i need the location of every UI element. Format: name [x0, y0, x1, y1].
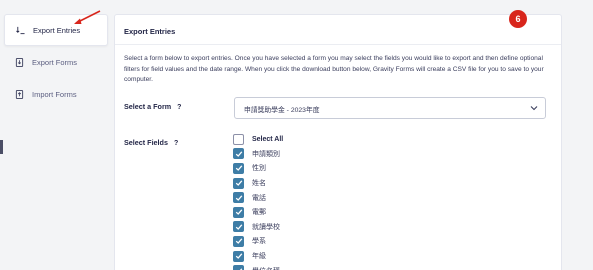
select-form-label: Select a Form?: [124, 102, 181, 111]
sidebar-item-label: Import Forms: [32, 89, 77, 99]
fields-checkbox-list: Select All 申請類別性別姓名電話電郵就讀學校學系年級學位名稱: [233, 132, 283, 270]
help-icon[interactable]: ?: [177, 104, 181, 111]
export-sidebar: Export Entries Export Forms Import Forms: [4, 14, 108, 270]
select-form-label-text: Select a Form: [124, 102, 172, 111]
field-checkbox[interactable]: [233, 250, 244, 262]
import-forms-icon: [14, 89, 24, 99]
field-checkbox-row[interactable]: 性別: [233, 161, 283, 176]
sidebar-item-export-forms[interactable]: Export Forms: [4, 46, 108, 78]
field-checkbox[interactable]: [233, 192, 244, 204]
field-label: 學系: [252, 238, 266, 246]
field-label: 性別: [252, 165, 266, 173]
chevron-down-icon: [530, 106, 538, 111]
field-checkbox[interactable]: [233, 265, 244, 270]
check-icon: [235, 238, 242, 245]
field-checkbox[interactable]: [233, 206, 244, 218]
field-checkbox-row[interactable]: 學系: [233, 234, 283, 249]
panel-title: Export Entries: [115, 15, 561, 45]
sidebar-nav: Export Entries Export Forms Import Forms: [4, 14, 108, 110]
check-icon: [235, 253, 242, 259]
window-edge-marker: [0, 140, 3, 154]
field-checkbox-row[interactable]: 學位名稱: [233, 263, 283, 270]
select-all-checkbox[interactable]: [233, 133, 244, 145]
export-entries-panel: 6 Export Entries Select a form below to …: [114, 10, 562, 270]
field-label: 申請類別: [252, 150, 280, 158]
field-checkbox[interactable]: [233, 162, 244, 174]
field-checkbox-row[interactable]: 電郵: [233, 205, 283, 220]
export-forms-icon: [14, 57, 24, 67]
select-form-row: Select a Form? 申請獎助學金 - 2023年度: [124, 97, 554, 119]
field-checkbox-row[interactable]: 電話: [233, 190, 283, 205]
field-checkbox-row[interactable]: 申請類別: [233, 147, 283, 162]
selected-form-value: 申請獎助學金 - 2023年度: [244, 107, 320, 114]
select-fields-label-text: Select Fields: [124, 138, 168, 147]
check-icon: [235, 165, 242, 172]
field-label: 姓名: [252, 180, 266, 188]
step-number-badge: 6: [509, 10, 527, 28]
check-icon: [235, 180, 242, 187]
field-checkbox[interactable]: [233, 177, 244, 189]
field-checkbox[interactable]: [233, 148, 244, 160]
field-checkbox-row[interactable]: 就讀學校: [233, 220, 283, 235]
field-checkbox-row[interactable]: 姓名: [233, 176, 283, 191]
check-icon: [239, 268, 242, 270]
sidebar-item-import-forms[interactable]: Import Forms: [4, 78, 108, 110]
check-icon: [235, 151, 242, 157]
field-label: 電話: [252, 194, 266, 202]
annotation-arrow-icon: [74, 10, 101, 24]
field-checkbox[interactable]: [233, 221, 244, 233]
export-entries-icon: [15, 25, 25, 35]
check-icon: [235, 209, 242, 216]
check-icon: [235, 195, 242, 201]
select-fields-label: Select Fields?: [124, 138, 178, 147]
form-select-dropdown[interactable]: 申請獎助學金 - 2023年度: [234, 97, 546, 119]
sidebar-item-label: Export Forms: [32, 57, 78, 67]
field-checkbox-row[interactable]: 年級: [233, 249, 283, 264]
check-icon: [235, 224, 242, 230]
field-label: 電郵: [252, 209, 266, 217]
select-all-row[interactable]: Select All: [233, 132, 283, 147]
select-all-label: Select All: [252, 135, 284, 143]
field-label: 年級: [252, 253, 266, 261]
panel-description: Select a form below to export entries. O…: [124, 55, 544, 83]
field-label: 學位名稱: [252, 266, 280, 270]
field-label: 就讀學校: [252, 223, 280, 231]
help-icon[interactable]: ?: [174, 140, 178, 147]
field-checkbox[interactable]: [233, 235, 244, 247]
